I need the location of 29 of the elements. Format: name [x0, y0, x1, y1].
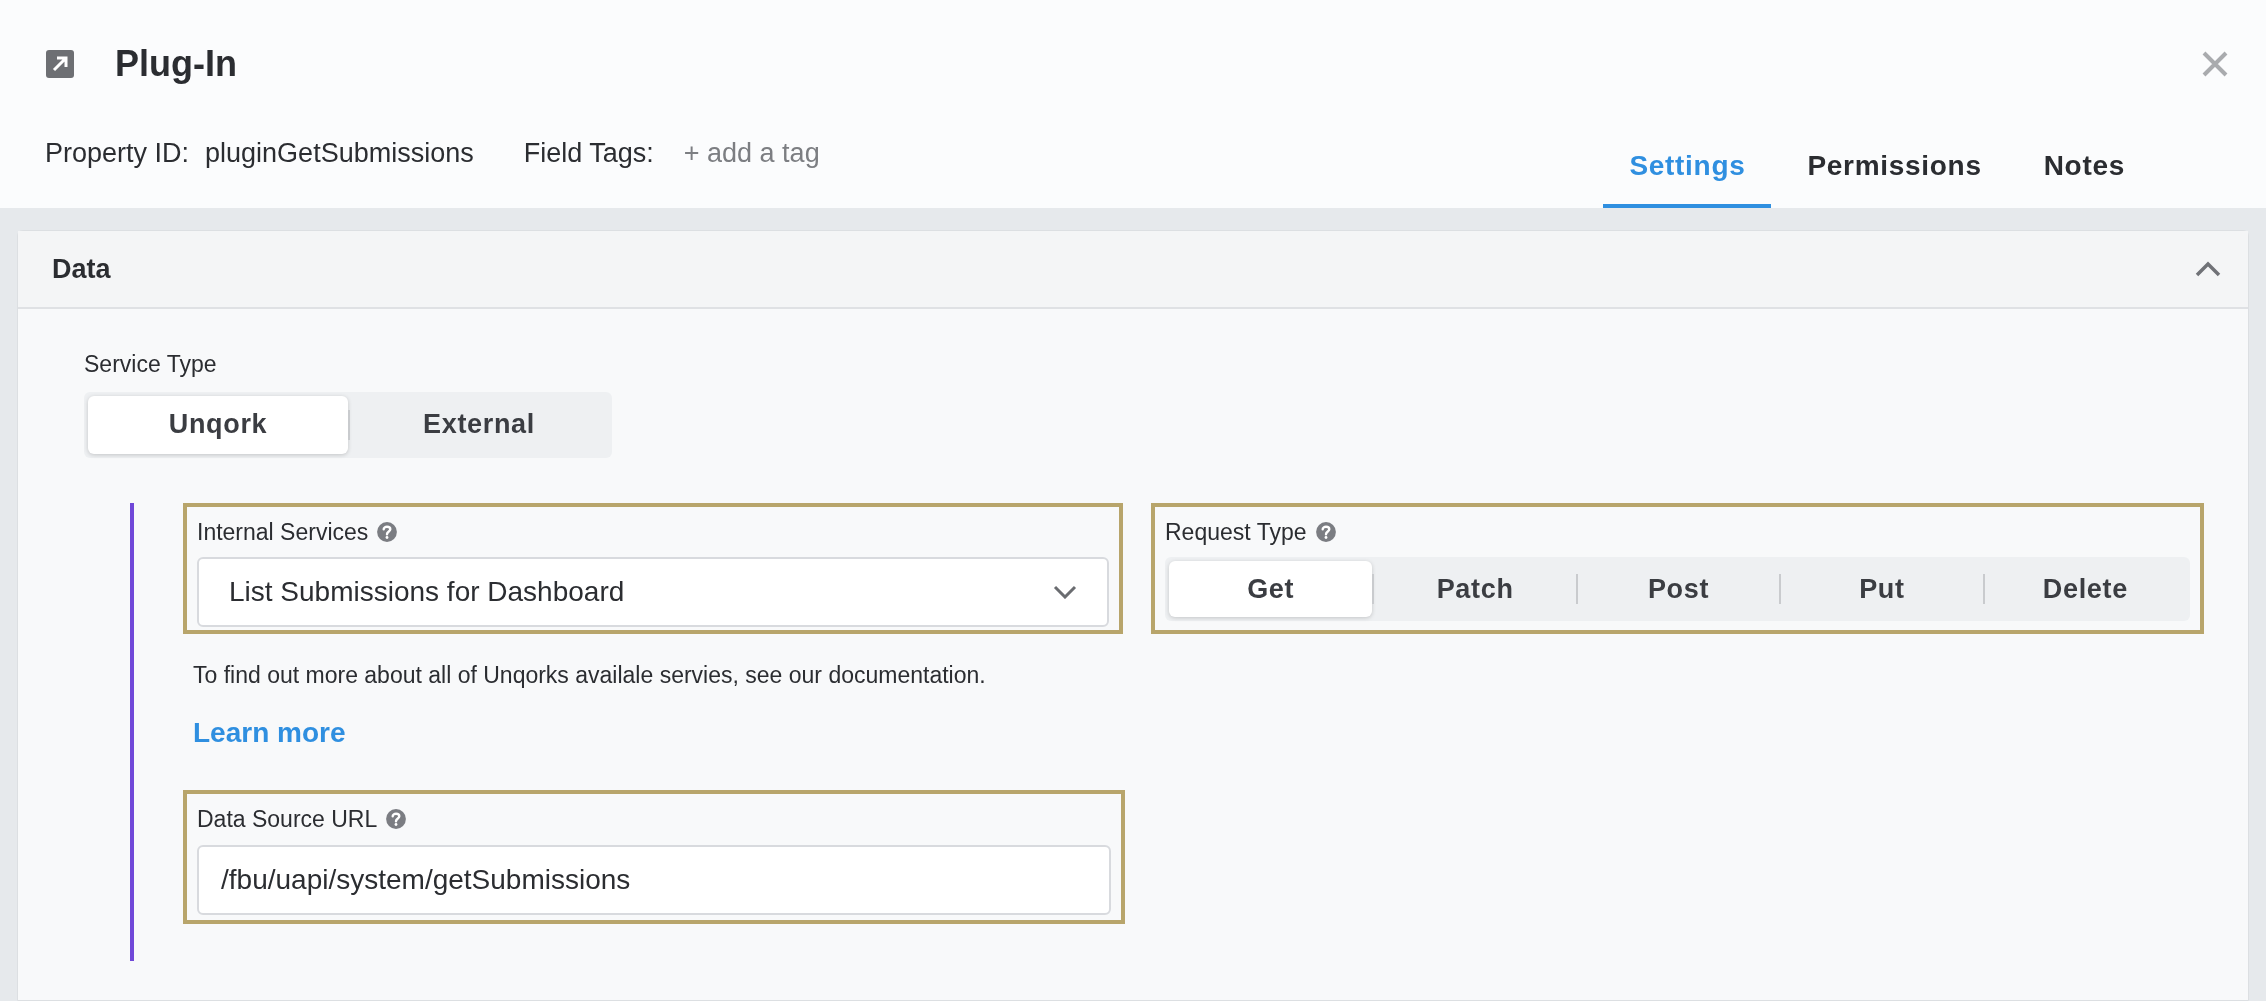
segment-option[interactable]: Unqork [88, 395, 348, 454]
help-text: To find out more about all of Unqorks availale servies, see our documentation. [193, 660, 987, 690]
internal-services-label: Internal Services [197, 517, 369, 547]
chevron-icon [2194, 260, 2222, 278]
request-type-label: Request Type [1165, 517, 1307, 547]
segment-option[interactable]: Patch [1374, 561, 1576, 617]
property-id-label: Property ID: [45, 136, 190, 170]
chevron-down-icon [1053, 585, 1077, 599]
property-id-value: pluginGetSubmissions [205, 136, 474, 170]
help-icon [376, 520, 399, 543]
panel-title: Data [52, 252, 111, 286]
segment-option[interactable]: Delete [1984, 561, 2187, 617]
add-tag-link[interactable]: + add a tag [683, 132, 820, 174]
close-icon[interactable] [2201, 50, 2229, 78]
tab[interactable]: Permissions [1781, 128, 2008, 208]
internal-services-dropdown[interactable]: List Submissions for Dashboard [197, 557, 1109, 627]
service-type-label: Service Type [84, 350, 218, 379]
panel-header[interactable]: Data [18, 231, 2248, 309]
help-icon [1314, 520, 1337, 543]
dialog-title: Plug-In [115, 42, 237, 86]
data-source-url-label: Data Source URL [197, 805, 378, 834]
segment-option[interactable]: External [350, 395, 608, 454]
help-icon [385, 808, 408, 831]
segment-option[interactable]: Put [1781, 561, 1983, 617]
field-tags-label: Field Tags: [523, 136, 654, 170]
segment-option[interactable]: Get [1169, 561, 1373, 617]
data-source-url-field[interactable]: /fbu/uapi/system/getSubmissions [197, 844, 1111, 915]
segment-option[interactable]: Post [1577, 561, 1780, 617]
tab[interactable]: Notes [2017, 128, 2151, 208]
